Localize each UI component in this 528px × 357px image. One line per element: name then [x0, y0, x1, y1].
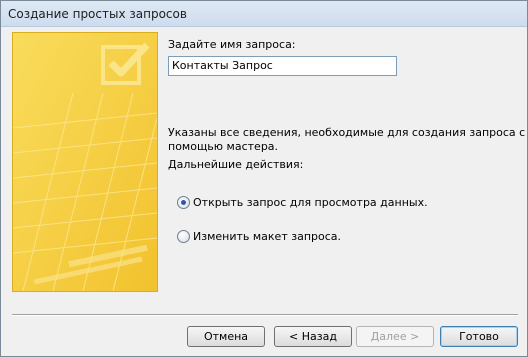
back-button[interactable]: < Назад — [274, 326, 352, 347]
title-bar: Создание простых запросов — [1, 1, 527, 27]
open-query-label: Открыть запрос для просмотра данных. — [193, 196, 428, 209]
wizard-graphic — [13, 33, 157, 291]
modify-design-option[interactable]: Изменить макет запроса. — [177, 230, 341, 243]
window-title: Создание простых запросов — [8, 7, 187, 21]
next-actions-label: Дальнейшие действия: — [168, 158, 304, 171]
radio-button[interactable] — [177, 230, 190, 243]
info-text-line1: Указаны все сведения, необходимые для со… — [168, 126, 526, 139]
finish-button[interactable]: Готово — [440, 326, 518, 347]
divider — [12, 314, 518, 316]
query-name-label: Задайте имя запроса: — [168, 38, 296, 51]
info-text-line2: помощью мастера. — [168, 140, 279, 153]
next-button[interactable]: Далее > — [356, 326, 434, 347]
wizard-window: Создание простых запросов Задайте имя за… — [0, 0, 528, 357]
modify-design-label: Изменить макет запроса. — [193, 230, 342, 243]
wizard-illustration — [12, 32, 158, 292]
query-name-input[interactable] — [168, 56, 397, 76]
cancel-button[interactable]: Отмена — [187, 326, 265, 347]
open-query-option[interactable]: Открыть запрос для просмотра данных. — [177, 196, 428, 209]
radio-button-selected[interactable] — [177, 196, 190, 209]
